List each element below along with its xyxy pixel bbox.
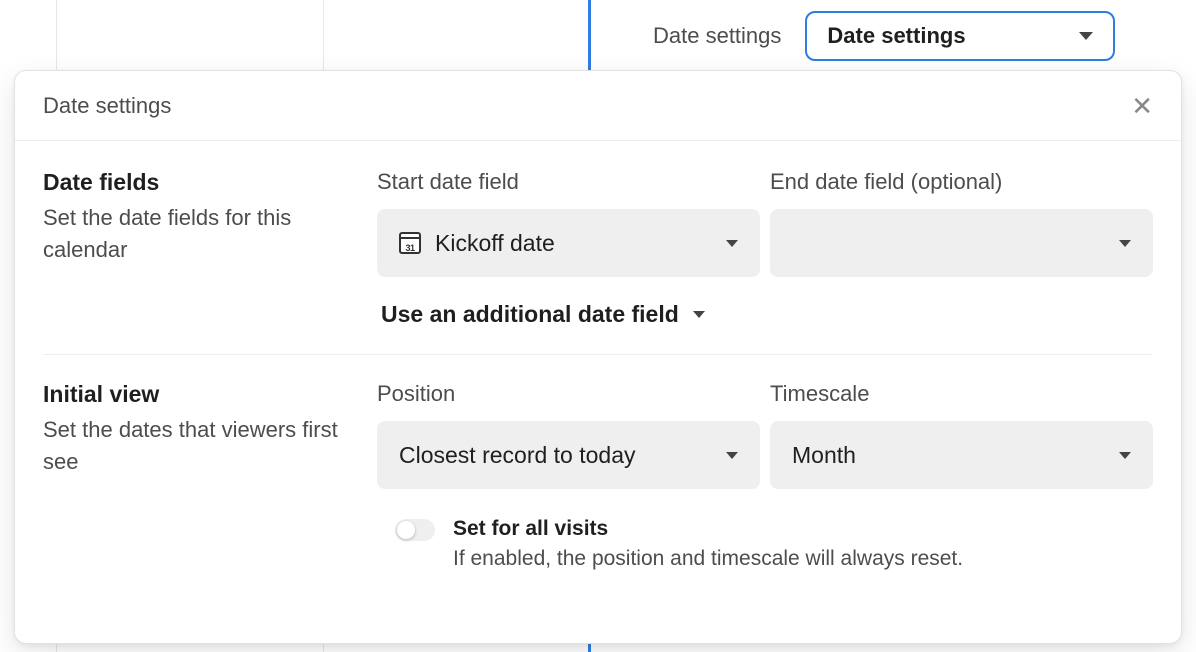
start-date-value: Kickoff date bbox=[435, 230, 555, 257]
use-additional-date-field[interactable]: Use an additional date field bbox=[381, 301, 705, 328]
section-date-fields-info: Date fields Set the date fields for this… bbox=[43, 169, 367, 328]
position-select[interactable]: Closest record to today bbox=[377, 421, 760, 489]
timescale-select[interactable]: Month bbox=[770, 421, 1153, 489]
chevron-down-icon bbox=[693, 311, 705, 318]
end-date-select[interactable] bbox=[770, 209, 1153, 277]
timescale-col: Timescale Month bbox=[770, 381, 1153, 489]
date-fields-heading: Date fields bbox=[43, 169, 367, 196]
chevron-down-icon bbox=[1119, 452, 1131, 459]
set-for-all-visits-desc: If enabled, the position and timescale w… bbox=[453, 547, 963, 571]
position-label: Position bbox=[377, 381, 760, 407]
start-date-col: Start date field Kickoff date bbox=[377, 169, 760, 277]
initial-view-desc: Set the dates that viewers first see bbox=[43, 414, 367, 478]
start-date-label: Start date field bbox=[377, 169, 760, 195]
calendar-icon bbox=[399, 232, 421, 254]
section-date-fields: Date fields Set the date fields for this… bbox=[43, 169, 1153, 354]
panel-body: Date fields Set the date fields for this… bbox=[15, 141, 1181, 597]
date-settings-dropdown-value: Date settings bbox=[827, 23, 965, 49]
date-settings-dropdown[interactable]: Date settings bbox=[805, 11, 1115, 61]
chevron-down-icon bbox=[1119, 240, 1131, 247]
section-divider bbox=[43, 354, 1153, 355]
position-col: Position Closest record to today bbox=[377, 381, 760, 489]
date-settings-toolbar: Date settings Date settings bbox=[621, 0, 1196, 72]
set-for-all-visits-text: Set for all visits If enabled, the posit… bbox=[453, 517, 963, 571]
end-date-label: End date field (optional) bbox=[770, 169, 1153, 195]
set-for-all-visits-row: Set for all visits If enabled, the posit… bbox=[395, 517, 1153, 571]
chevron-down-icon bbox=[726, 452, 738, 459]
position-value: Closest record to today bbox=[399, 442, 636, 469]
section-date-fields-controls: Start date field Kickoff date End date f… bbox=[377, 169, 1153, 328]
initial-view-row: Position Closest record to today Timesca… bbox=[377, 381, 1153, 489]
date-settings-panel: Date settings ✕ Date fields Set the date… bbox=[14, 70, 1182, 644]
end-date-col: End date field (optional) bbox=[770, 169, 1153, 277]
close-icon[interactable]: ✕ bbox=[1131, 93, 1153, 119]
date-fields-desc: Set the date fields for this calendar bbox=[43, 202, 367, 266]
set-for-all-visits-toggle[interactable] bbox=[395, 519, 435, 541]
use-additional-date-field-label: Use an additional date field bbox=[381, 301, 679, 328]
section-initial-view-controls: Position Closest record to today Timesca… bbox=[377, 381, 1153, 571]
section-initial-view-info: Initial view Set the dates that viewers … bbox=[43, 381, 367, 571]
timescale-value: Month bbox=[792, 442, 856, 469]
date-settings-label: Date settings bbox=[653, 23, 781, 49]
start-date-select[interactable]: Kickoff date bbox=[377, 209, 760, 277]
panel-header: Date settings ✕ bbox=[15, 71, 1181, 141]
date-fields-row: Start date field Kickoff date End date f… bbox=[377, 169, 1153, 277]
section-initial-view: Initial view Set the dates that viewers … bbox=[43, 381, 1153, 597]
initial-view-heading: Initial view bbox=[43, 381, 367, 408]
timescale-label: Timescale bbox=[770, 381, 1153, 407]
set-for-all-visits-label: Set for all visits bbox=[453, 517, 963, 541]
chevron-down-icon bbox=[726, 240, 738, 247]
chevron-down-icon bbox=[1079, 32, 1093, 40]
panel-title: Date settings bbox=[43, 93, 171, 119]
